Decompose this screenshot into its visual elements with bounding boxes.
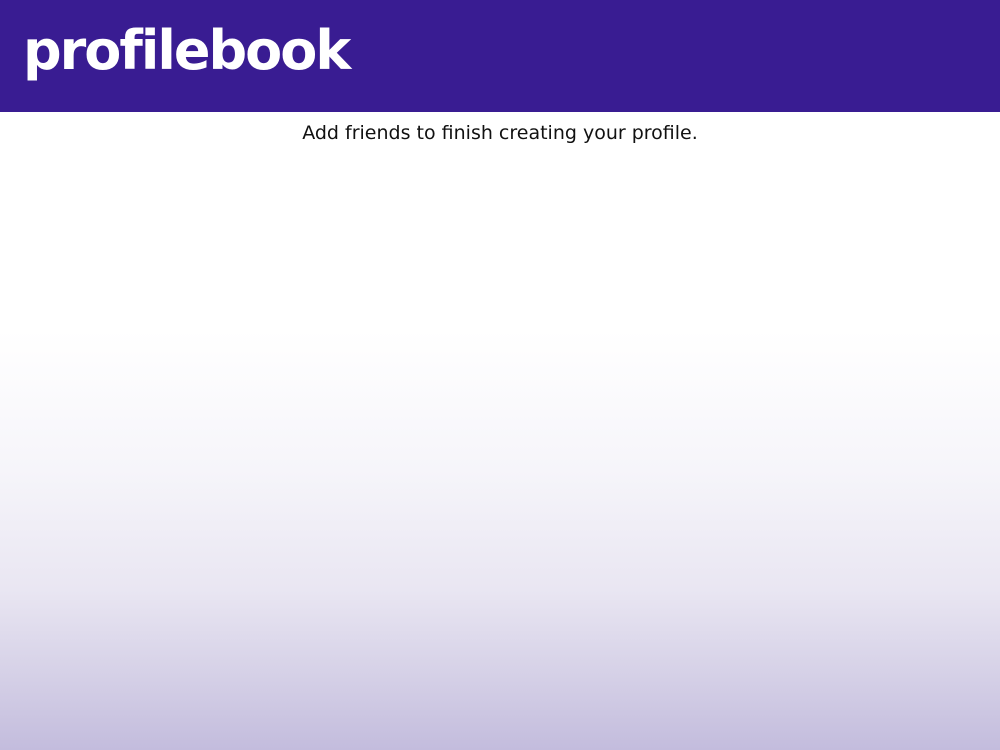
onboarding-message: Add friends to finish creating your prof… [302, 122, 698, 144]
main-content: Add friends to finish creating your prof… [0, 112, 1000, 750]
site-header: profilebook [0, 0, 1000, 112]
site-logo[interactable]: profilebook [23, 16, 351, 86]
